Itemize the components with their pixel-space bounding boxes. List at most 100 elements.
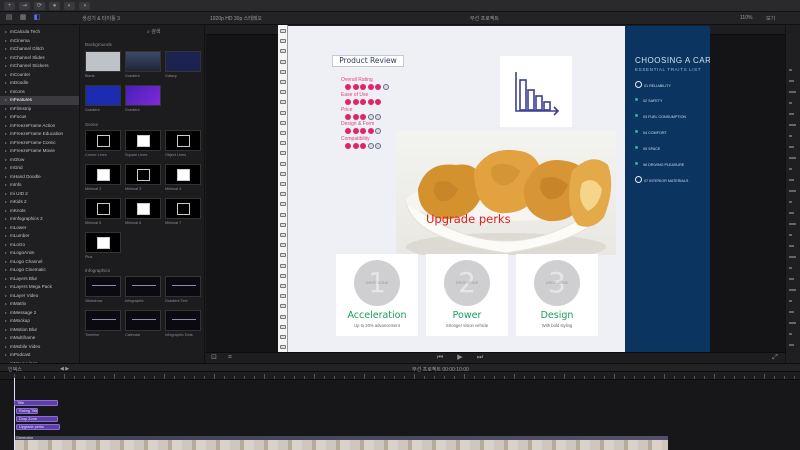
library-item[interactable]: ▸ mLayers Blur xyxy=(0,275,79,284)
rating-dot-filled xyxy=(352,113,359,120)
library-item[interactable]: ▸ mLayers Mega Pack xyxy=(0,283,79,292)
library-item[interactable]: ▸ mGrid xyxy=(0,164,79,173)
background-thumbnail[interactable] xyxy=(125,85,161,106)
film-perforation xyxy=(280,39,286,44)
library-item[interactable]: ▸ mCounter xyxy=(0,71,79,80)
library-item[interactable]: ▸ mCinema xyxy=(0,37,79,46)
play-icon[interactable]: ▶ xyxy=(456,354,464,362)
scene-thumbnail[interactable] xyxy=(85,232,121,253)
scene-thumbnail[interactable] xyxy=(165,164,201,185)
scene-thumbnail[interactable] xyxy=(85,130,121,151)
scene-thumbnail[interactable] xyxy=(125,164,161,185)
library-item[interactable]: ▸ mi UID 2 xyxy=(0,190,79,199)
film-perforation xyxy=(280,284,286,288)
library-item[interactable]: ▸ mInfographics 2 xyxy=(0,215,79,224)
scene-thumbnail[interactable] xyxy=(165,198,201,219)
sync-button[interactable]: ⟳ xyxy=(34,2,45,10)
keyword-button[interactable]: ⇥ xyxy=(19,2,30,10)
fullscreen-icon[interactable]: ⤢ xyxy=(771,354,779,362)
library-item-label: mCinema xyxy=(10,37,30,43)
library-item[interactable]: ▸ mLogo Cinematic xyxy=(0,266,79,275)
scene-thumbnail[interactable] xyxy=(125,198,161,219)
library-item[interactable]: ▸ mFreezeFrame Movie xyxy=(0,147,79,156)
library-item[interactable]: ▸ mLoGo xyxy=(0,241,79,250)
library-item[interactable]: ▸ mDoodle xyxy=(0,79,79,88)
title-clip[interactable]: Drop Zone xyxy=(16,416,58,422)
view-menu[interactable]: 보기 xyxy=(766,15,775,22)
library-item[interactable]: ▸ mFocus xyxy=(0,113,79,122)
inspector-row xyxy=(789,190,796,192)
library-item[interactable]: ▸ mChannel Stickers xyxy=(0,62,79,71)
library-item[interactable]: ▸ mInfo xyxy=(0,181,79,190)
library-item-label: mPodcast xyxy=(10,352,31,357)
background-thumbnail[interactable] xyxy=(125,51,161,72)
drop-zone-card[interactable]: 1 DROP ZONE Acceleration Up to 20% advancem… xyxy=(336,254,418,336)
scene-thumbnail[interactable] xyxy=(85,198,121,219)
library-item[interactable]: ▸ mChannel Glitch xyxy=(0,45,79,54)
drop-zone-card[interactable]: 3 DROP ZONE Design With bold styling xyxy=(516,254,598,336)
scene-thumbnail[interactable] xyxy=(85,164,121,185)
library-item[interactable]: ▸ mKnots xyxy=(0,207,79,216)
infographic-thumbnail[interactable] xyxy=(165,310,201,331)
rating-dot-filled xyxy=(367,128,374,135)
library-item[interactable]: ▸ mFreezeFrame Comic xyxy=(0,139,79,148)
crop-icon[interactable]: ⌗ xyxy=(226,354,234,362)
drop-zone-card[interactable]: 2 DROP ZONE Power Stronger vision vehicle xyxy=(426,254,508,336)
scene-preview xyxy=(177,169,190,181)
background-thumbnail[interactable] xyxy=(85,51,121,72)
background-thumbnail[interactable] xyxy=(85,85,121,106)
rating-dot-filled xyxy=(360,113,367,120)
infographic-thumbnail[interactable] xyxy=(125,310,161,331)
forward-icon[interactable]: ⏭ xyxy=(476,354,484,362)
infographic-thumbnail[interactable] xyxy=(85,276,121,297)
library-item[interactable]: ▸ mPodcast xyxy=(0,351,79,360)
library-item[interactable]: ▸ mLumber xyxy=(0,232,79,241)
library-item[interactable]: ▸ mFreezeFrame Education xyxy=(0,130,79,139)
infographic-thumbnail[interactable] xyxy=(125,276,161,297)
library-icon[interactable]: ▤ xyxy=(5,14,13,22)
library-item[interactable]: ▸ mLower xyxy=(0,224,79,233)
ruler-tick xyxy=(694,376,695,379)
background-thumbnail[interactable] xyxy=(165,51,201,72)
bg-tasks-button[interactable]: ◐ xyxy=(64,2,75,10)
library-item[interactable]: ▸ mIcons xyxy=(0,88,79,97)
library-item[interactable]: ▸ mCalcula Tech xyxy=(0,28,79,37)
transform-icon[interactable]: ⊡ xyxy=(210,354,218,362)
library-item[interactable]: ▸ mHand Doodle xyxy=(0,173,79,182)
playhead[interactable] xyxy=(14,378,15,450)
title-clip[interactable]: Rating Title xyxy=(16,408,38,414)
library-item[interactable]: ▸ mMatrix xyxy=(0,300,79,309)
library-item[interactable]: ▸ mKids 2 xyxy=(0,198,79,207)
library-item[interactable]: ▸ mMobile Video xyxy=(0,343,79,352)
library-item[interactable]: ▸ mLogo Channel xyxy=(0,258,79,267)
library-item-label: mFilmstrip xyxy=(10,105,32,111)
rewind-icon[interactable]: ⏮ xyxy=(436,354,444,362)
library-item-label: mFreezeFrame Action xyxy=(10,122,56,128)
library-item[interactable]: ▸ mFilmstrip xyxy=(0,105,79,114)
library-item[interactable]: ▸ mChannel Slides xyxy=(0,54,79,63)
slide-canvas[interactable]: Product Review Upgrade perks CHOOSING A … xyxy=(288,26,710,352)
library-item[interactable]: ▸ mFreezeFrame Action xyxy=(0,122,79,131)
library-item[interactable]: ▸ mMultiframe xyxy=(0,334,79,343)
import-button[interactable]: + xyxy=(4,2,15,10)
infographic-thumbnail[interactable] xyxy=(165,276,201,297)
library-item[interactable]: ▸ mLayer Video xyxy=(0,292,79,301)
search-input[interactable]: ⌕ 검색 xyxy=(147,28,177,35)
title-clip[interactable]: Upgrade perks xyxy=(16,424,60,430)
library-item[interactable]: ▸ mFeatures xyxy=(0,96,79,105)
titles-icon[interactable]: ◧ xyxy=(33,14,41,22)
library-item[interactable]: ▸ mMessage 2 xyxy=(0,309,79,318)
infographic-thumbnail[interactable] xyxy=(85,310,121,331)
library-item[interactable]: ▸ mLogoAnim xyxy=(0,249,79,258)
library-item[interactable]: ▸ mMockup xyxy=(0,317,79,326)
zoom-select[interactable]: 110% xyxy=(740,15,752,21)
base-clip-filmstrip[interactable] xyxy=(14,440,668,450)
photos-icon[interactable]: ▦ xyxy=(19,14,27,22)
library-item[interactable]: ▸ mMotion Blur xyxy=(0,326,79,335)
scene-thumbnail[interactable] xyxy=(125,130,161,151)
scene-thumbnail[interactable] xyxy=(165,130,201,151)
record-button[interactable]: ● xyxy=(49,2,60,10)
title-clip[interactable]: Title xyxy=(14,400,58,406)
library-item[interactable]: ▸ mGlow xyxy=(0,156,79,165)
share-button[interactable]: ◑ xyxy=(79,2,90,10)
